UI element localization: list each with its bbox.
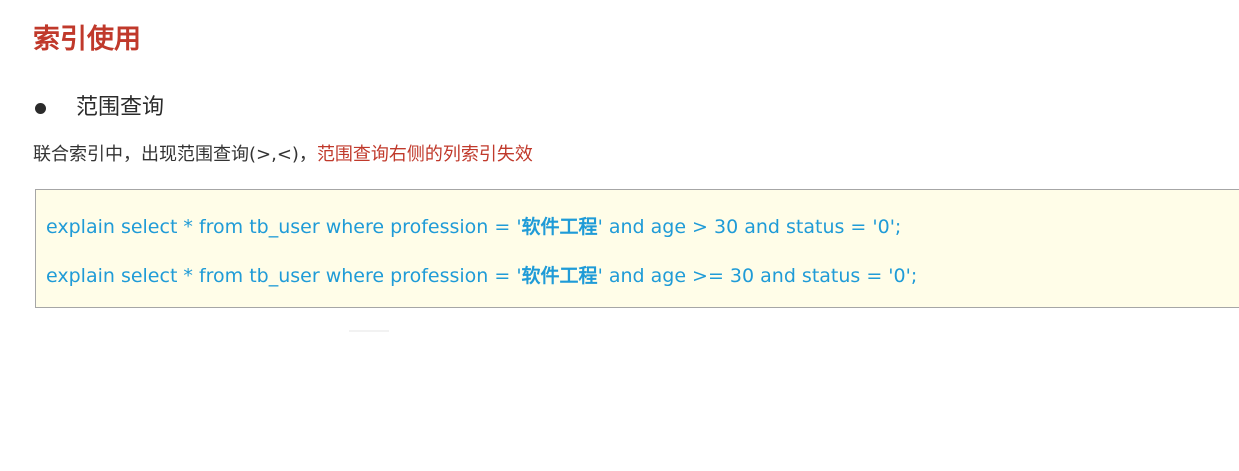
description-text: 联合索引中，出现范围查询(>,<)，范围查询右侧的列索引失效: [33, 139, 533, 171]
faint-divider: [349, 330, 389, 332]
code-line-1-value: 软件工程: [521, 216, 598, 238]
bullet-dot-icon: [35, 102, 46, 114]
bullet-text: 范围查询: [76, 95, 165, 120]
code-line-2: explain select * from tb_user where prof…: [46, 261, 917, 291]
code-block: explain select * from tb_user where prof…: [35, 189, 1239, 308]
code-line-2-after: ' and age >= 30 and status = '0';: [597, 265, 918, 287]
description-normal: 联合索引中，出现范围查询(>,<)，: [33, 144, 317, 165]
code-line-1-before: explain select * from tb_user where prof…: [46, 216, 522, 238]
code-line-1-after: ' and age > 30 and status = '0';: [597, 216, 902, 238]
code-line-2-before: explain select * from tb_user where prof…: [46, 265, 522, 287]
bullet-item: 范围查询: [35, 88, 164, 128]
description-highlight: 范围查询右侧的列索引失效: [316, 144, 533, 165]
code-line-2-value: 软件工程: [521, 265, 598, 287]
page-title: 索引使用: [33, 24, 141, 55]
code-line-1: explain select * from tb_user where prof…: [46, 212, 901, 242]
